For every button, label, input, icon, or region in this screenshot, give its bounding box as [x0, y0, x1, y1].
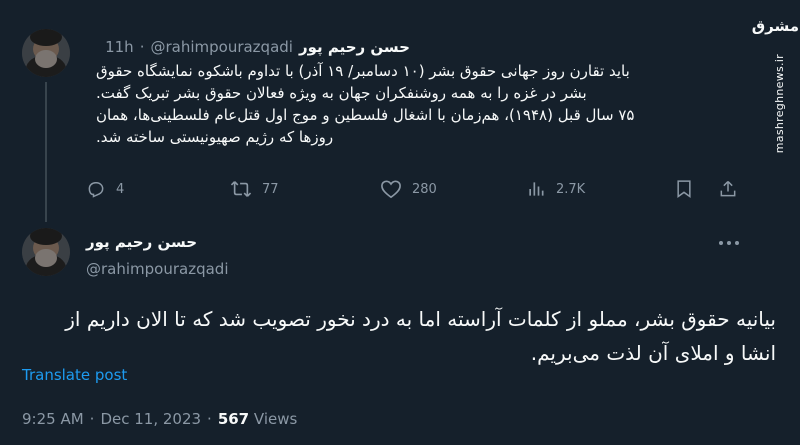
views-count: 567 [217, 410, 250, 428]
avatar[interactable] [22, 228, 70, 276]
watermark-url: mashreghnews.ir [772, 54, 786, 154]
author-handle[interactable]: @rahimpourazqadi [86, 260, 229, 278]
retweet-icon [230, 179, 252, 199]
post-time[interactable]: 9:25 AM [22, 410, 84, 428]
tweet-header: 11h · @rahimpourazqadi حسن رحیم پور [105, 36, 410, 58]
share-button[interactable] [718, 174, 738, 204]
translate-post-link[interactable]: Translate post [22, 366, 127, 384]
separator-dot: · [89, 410, 95, 428]
post-date[interactable]: Dec 11, 2023 [100, 410, 201, 428]
share-icon [718, 178, 738, 200]
tweet-text-line: بشر در غزه را به همه روشنفکران جهان به و… [96, 84, 587, 102]
separator-dot: · [139, 38, 145, 56]
tweet-footer: 9:25 AM · Dec 11, 2023 · 567 Views [22, 410, 297, 428]
reply-button[interactable]: 4 [86, 174, 124, 204]
tweet-text-line: ۷۵ سال قبل (۱۹۴۸)، هم‌زمان با اشغال فلسط… [96, 106, 635, 124]
author-name[interactable]: حسن رحیم پور [86, 233, 197, 251]
parent-tweet[interactable]: 11h · @rahimpourazqadi حسن رحیم پور باید… [0, 0, 740, 228]
views-button[interactable]: 2.7K [526, 174, 585, 204]
like-count: 280 [412, 181, 437, 197]
author-name[interactable]: حسن رحیم پور [299, 38, 410, 56]
like-button[interactable]: 280 [380, 174, 437, 204]
tweet-text: بیانیه حقوق بشر، مملو از کلمات آراسته ام… [24, 302, 776, 370]
tweet-time[interactable]: 11h [105, 38, 134, 56]
tweet-text-line: باید تقارن روز جهانی حقوق بشر (۱۰ دسامبر… [96, 62, 630, 80]
reply-count: 4 [116, 181, 125, 197]
thread-line [45, 82, 47, 222]
views-chart-icon [526, 179, 546, 199]
tweet-text-line: انشا و املای آن لذت می‌بریم. [530, 341, 776, 365]
views-count: 2.7K [556, 181, 586, 197]
tweet-text-line: بیانیه حقوق بشر، مملو از کلمات آراسته ام… [65, 307, 776, 331]
avatar[interactable] [22, 29, 70, 77]
tweet-actions: 4 77 280 2.7K [84, 174, 744, 204]
retweet-count: 77 [262, 181, 279, 197]
watermark-logo: مشرق [751, 17, 799, 35]
watermark: مشرق mashreghnews.ir [751, 0, 800, 153]
author-handle[interactable]: @rahimpourazqadi [150, 38, 293, 56]
reply-icon [86, 179, 106, 199]
tweet-text: باید تقارن روز جهانی حقوق بشر (۱۰ دسامبر… [96, 60, 730, 148]
more-horizontal-icon[interactable] [718, 238, 740, 248]
separator-dot: · [207, 410, 212, 428]
bookmark-button[interactable] [674, 174, 694, 204]
retweet-button[interactable]: 77 [230, 174, 279, 204]
bookmark-icon [674, 178, 694, 200]
heart-icon [380, 179, 402, 199]
views-label: Views [253, 410, 298, 428]
tweet-text-line: روزها که رژیم صهیونیستی ساخته شد. [96, 128, 334, 146]
